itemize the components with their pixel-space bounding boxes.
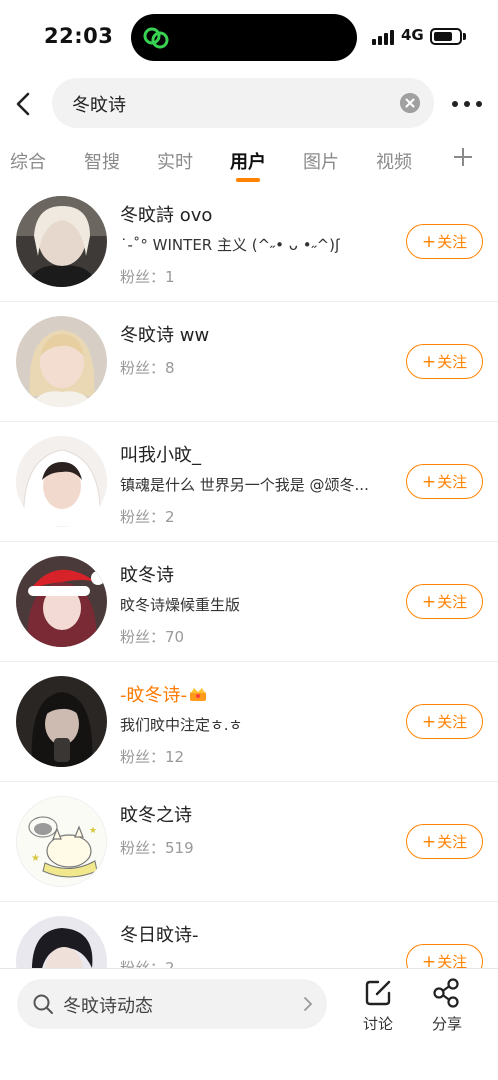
- follow-button[interactable]: + 关注: [406, 584, 483, 619]
- link-icon: [143, 27, 169, 49]
- user-fans-count: 粉丝：8: [120, 359, 175, 377]
- user-fans-count: 粉丝：12: [120, 748, 185, 766]
- svg-text:★: ★: [89, 826, 97, 836]
- plus-icon: +: [421, 591, 437, 612]
- battery-tip: [463, 33, 466, 40]
- chevron-right-icon: [304, 997, 312, 1011]
- list-item[interactable]: 冬旼诗 ww 粉丝：8 + 关注: [0, 302, 498, 422]
- user-fans-count: 粉丝：70: [120, 628, 185, 646]
- search-input[interactable]: 冬旼诗: [52, 78, 434, 128]
- network-type: 4G: [401, 26, 424, 44]
- plus-icon: +: [421, 831, 437, 852]
- search-header: 冬旼诗: [0, 76, 498, 132]
- user-name[interactable]: 叫我小旼_: [120, 441, 201, 467]
- topic-feed-button[interactable]: 冬旼诗动态: [17, 979, 327, 1029]
- user-results-list: 冬旼詩 ovo ˙-˚° WINTER 主义 (^˶•︎ ᴗ •︎˶^)ʃ 粉丝…: [0, 182, 498, 968]
- search-query: 冬旼诗: [72, 95, 126, 116]
- list-item[interactable]: 冬旼詩 ovo ˙-˚° WINTER 主义 (^˶•︎ ᴗ •︎˶^)ʃ 粉丝…: [0, 182, 498, 302]
- plus-icon: +: [421, 951, 437, 969]
- tab-videos[interactable]: 视频: [376, 148, 412, 174]
- svg-text:★: ★: [31, 853, 40, 864]
- user-fans-count: 粉丝：2: [120, 508, 175, 526]
- list-item[interactable]: 冬日旼诗- 粉丝：2 + 关注: [0, 902, 498, 968]
- follow-button[interactable]: + 关注: [406, 944, 483, 968]
- follow-button[interactable]: + 关注: [406, 464, 483, 499]
- share-label: 分享: [431, 1015, 462, 1033]
- follow-button[interactable]: + 关注: [406, 704, 483, 739]
- list-item[interactable]: 叫我小旼_ 镇魂是什么 世界另一个我是 @颂冬... 粉丝：2 + 关注: [0, 422, 498, 542]
- crown-badge-icon: [190, 688, 206, 701]
- tab-realtime[interactable]: 实时: [157, 148, 193, 174]
- follow-button[interactable]: + 关注: [406, 344, 483, 379]
- signal-icon: [372, 30, 396, 45]
- user-fans-count: 粉丝：2: [120, 959, 175, 968]
- plus-icon: +: [421, 471, 437, 492]
- search-icon: [33, 994, 53, 1014]
- share-icon: [433, 978, 459, 1008]
- user-name[interactable]: -旼冬诗-: [120, 681, 207, 707]
- user-description: 我们旼中注定ㅎ.ㅎ: [120, 716, 243, 734]
- add-tab-icon[interactable]: [451, 145, 475, 169]
- follow-button[interactable]: + 关注: [406, 224, 483, 259]
- edit-icon: [365, 980, 391, 1006]
- topic-feed-label: 冬旼诗动态: [63, 996, 153, 1017]
- avatar[interactable]: [16, 916, 107, 968]
- battery-icon: [430, 28, 462, 45]
- user-name[interactable]: 冬日旼诗-: [120, 921, 199, 947]
- status-time: 22:03: [44, 24, 114, 48]
- back-icon[interactable]: [8, 82, 38, 126]
- bottom-bar: 冬旼诗动态 讨论 分享: [0, 968, 498, 1080]
- user-name[interactable]: 冬旼诗 ww: [120, 321, 209, 347]
- avatar[interactable]: ★ ★: [16, 796, 107, 887]
- clear-icon[interactable]: [400, 93, 420, 113]
- list-item[interactable]: -旼冬诗- 我们旼中注定ㅎ.ㅎ 粉丝：12 + 关注: [0, 662, 498, 782]
- user-fans-count: 粉丝：1: [120, 268, 175, 286]
- dynamic-island: [131, 14, 357, 61]
- tab-images[interactable]: 图片: [303, 148, 339, 174]
- more-options-icon[interactable]: [450, 93, 484, 115]
- plus-icon: +: [421, 351, 437, 372]
- discuss-button[interactable]: 讨论: [352, 977, 402, 1037]
- user-fans-count: 粉丝：519: [120, 839, 194, 857]
- avatar[interactable]: [16, 316, 107, 407]
- plus-icon: +: [421, 231, 437, 252]
- user-description: 镇魂是什么 世界另一个我是 @颂冬...: [120, 476, 369, 494]
- avatar[interactable]: [16, 196, 107, 287]
- status-bar: 22:03 4G: [0, 0, 498, 76]
- follow-button[interactable]: + 关注: [406, 824, 483, 859]
- list-item[interactable]: 旼冬诗 旼冬诗燥候重生版 粉丝：70 + 关注: [0, 542, 498, 662]
- share-button[interactable]: 分享: [421, 977, 471, 1037]
- plus-icon: +: [421, 711, 437, 732]
- avatar[interactable]: [16, 556, 107, 647]
- discuss-label: 讨论: [362, 1015, 393, 1033]
- user-description: 旼冬诗燥候重生版: [120, 596, 241, 614]
- avatar[interactable]: [16, 676, 107, 767]
- user-description: ˙-˚° WINTER 主义 (^˶•︎ ᴗ •︎˶^)ʃ: [120, 236, 341, 254]
- tab-users[interactable]: 用户: [230, 148, 266, 174]
- tab-comprehensive[interactable]: 综合: [10, 148, 46, 174]
- user-name[interactable]: 旼冬诗: [120, 561, 174, 587]
- avatar[interactable]: [16, 436, 107, 527]
- search-tabs: 综合 智搜 实时 用户 图片 视频: [0, 140, 498, 186]
- user-name[interactable]: 冬旼詩 ovo: [120, 201, 212, 227]
- list-item[interactable]: ★ ★ 旼冬之诗 粉丝：519 + 关注: [0, 782, 498, 902]
- user-name[interactable]: 旼冬之诗: [120, 801, 192, 827]
- tab-smart-search[interactable]: 智搜: [84, 148, 120, 174]
